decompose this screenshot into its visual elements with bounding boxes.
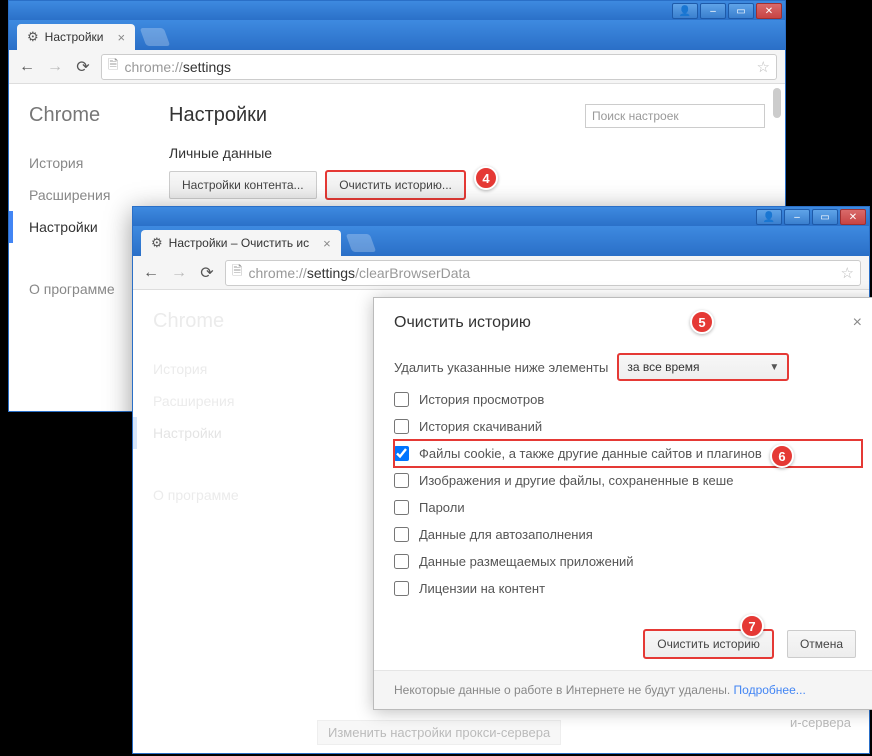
url-path: /clearBrowserData: [355, 265, 470, 281]
section-personal-data: Личные данные: [169, 145, 765, 161]
checkbox-row-licenses[interactable]: Лицензии на контент: [394, 575, 862, 602]
minimize-button[interactable]: –: [700, 3, 726, 19]
new-tab-button[interactable]: [140, 28, 171, 46]
ghost-bottom: Изменить настройки прокси-сервера: [317, 720, 561, 745]
footer-text: Некоторые данные о работе в Интернете не…: [394, 683, 734, 697]
tabstrip: ⚙ Настройки – Очистить ис ×: [133, 226, 869, 256]
checkbox-cookies[interactable]: [394, 446, 409, 461]
tab-close-icon[interactable]: ×: [118, 30, 126, 45]
back-button[interactable]: ←: [141, 263, 161, 283]
maximize-button[interactable]: ▭: [728, 3, 754, 19]
checkbox-label: История скачиваний: [419, 419, 542, 434]
gear-icon: ⚙: [27, 29, 39, 45]
dialog-close-button[interactable]: ×: [853, 314, 862, 332]
time-range-label: Удалить указанные ниже элементы: [394, 360, 608, 375]
time-range-row: Удалить указанные ниже элементы за все в…: [394, 348, 862, 386]
dropdown-value: за все время: [627, 360, 699, 374]
tab-title: Настройки – Очистить ис: [169, 236, 309, 250]
checkbox-passwords[interactable]: [394, 500, 409, 515]
sidebar: Chrome История Расширения Настройки О пр…: [9, 84, 149, 410]
close-button[interactable]: ✕: [756, 3, 782, 19]
back-button[interactable]: ←: [17, 57, 37, 77]
reload-button[interactable]: ⟳: [73, 57, 93, 77]
minimize-button[interactable]: –: [784, 209, 810, 225]
bookmark-star-icon[interactable]: ☆: [757, 58, 770, 76]
checkbox-row-cache[interactable]: Изображения и другие файлы, сохраненные …: [394, 467, 862, 494]
checkbox-label: Данные для автозаполнения: [419, 527, 593, 542]
url-scheme: chrome://: [124, 59, 182, 75]
gear-icon: ⚙: [151, 235, 163, 251]
checkbox-label: Данные размещаемых приложений: [419, 554, 634, 569]
checkbox-cache[interactable]: [394, 473, 409, 488]
tabstrip: ⚙ Настройки ×: [9, 20, 785, 50]
checkbox-row-downloads[interactable]: История скачиваний: [394, 413, 862, 440]
sidebar-item-settings[interactable]: Настройки: [9, 211, 149, 243]
window-clear-data: 👤 – ▭ ✕ ⚙ Настройки – Очистить ис × ← → …: [132, 206, 870, 754]
checkbox-label: Изображения и другие файлы, сохраненные …: [419, 473, 733, 488]
sidebar-item-about[interactable]: О программе: [29, 273, 149, 305]
omnibox[interactable]: 🗎 chrome://settings/clearBrowserData ☆: [225, 260, 861, 286]
new-tab-button[interactable]: [345, 234, 376, 252]
close-button[interactable]: ✕: [840, 209, 866, 225]
url-scheme: chrome://: [248, 265, 306, 281]
tab-settings[interactable]: ⚙ Настройки ×: [17, 24, 135, 50]
chevron-down-icon: ▼: [769, 362, 779, 373]
tab-close-icon[interactable]: ×: [323, 236, 331, 251]
callout-6: 6: [770, 444, 794, 468]
address-bar: ← → ⟳ 🗎 chrome://settings/clearBrowserDa…: [133, 256, 869, 290]
sidebar-item-extensions[interactable]: Расширения: [29, 179, 149, 211]
callout-4: 4: [474, 166, 498, 190]
sidebar-item-history[interactable]: История: [29, 147, 149, 179]
learn-more-link[interactable]: Подробнее...: [734, 683, 806, 697]
url-path: settings: [183, 59, 231, 75]
maximize-button[interactable]: ▭: [812, 209, 838, 225]
dialog-body: Удалить указанные ниже элементы за все в…: [374, 340, 872, 618]
url-host: settings: [307, 265, 355, 281]
checkbox-label: История просмотров: [419, 392, 544, 407]
tab-clear-data[interactable]: ⚙ Настройки – Очистить ис ×: [141, 230, 341, 256]
ghost-proxy: и-сервера: [790, 715, 851, 730]
content-settings-button[interactable]: Настройки контента...: [169, 171, 317, 199]
forward-button[interactable]: →: [169, 263, 189, 283]
checkbox-row-hosted-apps[interactable]: Данные размещаемых приложений: [394, 548, 862, 575]
omnibox[interactable]: 🗎 chrome://settings ☆: [101, 54, 777, 80]
search-settings-input[interactable]: Поиск настроек: [585, 104, 765, 128]
callout-7: 7: [740, 614, 764, 638]
checkbox-label: Лицензии на контент: [419, 581, 545, 596]
brand-label: Chrome: [29, 104, 149, 127]
cancel-button[interactable]: Отмена: [787, 630, 856, 658]
tab-title: Настройки: [45, 30, 104, 44]
checkbox-downloads[interactable]: [394, 419, 409, 434]
checkbox-row-passwords[interactable]: Пароли: [394, 494, 862, 521]
dialog-footer: Некоторые данные о работе в Интернете не…: [374, 670, 872, 709]
reload-button[interactable]: ⟳: [197, 263, 217, 283]
user-button[interactable]: 👤: [672, 3, 698, 19]
checkbox-label: Пароли: [419, 500, 465, 515]
checkbox-row-browsing[interactable]: История просмотров: [394, 386, 862, 413]
bookmark-star-icon[interactable]: ☆: [841, 264, 854, 282]
clear-history-dialog: Очистить историю × Удалить указанные ниж…: [373, 297, 872, 710]
titlebar: 👤 – ▭ ✕: [133, 207, 869, 227]
page-icon: 🗎: [108, 56, 118, 78]
dialog-header: Очистить историю ×: [374, 298, 872, 340]
address-bar: ← → ⟳ 🗎 chrome://settings ☆: [9, 50, 785, 84]
checkbox-autofill[interactable]: [394, 527, 409, 542]
forward-button[interactable]: →: [45, 57, 65, 77]
dialog-title: Очистить историю: [394, 314, 853, 332]
checkbox-browsing[interactable]: [394, 392, 409, 407]
scrollbar[interactable]: [773, 88, 781, 118]
callout-5: 5: [690, 310, 714, 334]
page-icon: 🗎: [232, 262, 242, 284]
clear-history-button[interactable]: Очистить историю...: [326, 171, 465, 199]
checkbox-label: Файлы cookie, а также другие данные сайт…: [419, 446, 762, 461]
user-button[interactable]: 👤: [756, 209, 782, 225]
dialog-actions: Очистить историю Отмена: [374, 618, 872, 670]
checkbox-row-autofill[interactable]: Данные для автозаполнения: [394, 521, 862, 548]
titlebar: 👤 – ▭ ✕: [9, 1, 785, 21]
time-range-dropdown[interactable]: за все время ▼: [618, 354, 788, 380]
checkbox-hosted-apps[interactable]: [394, 554, 409, 569]
checkbox-licenses[interactable]: [394, 581, 409, 596]
